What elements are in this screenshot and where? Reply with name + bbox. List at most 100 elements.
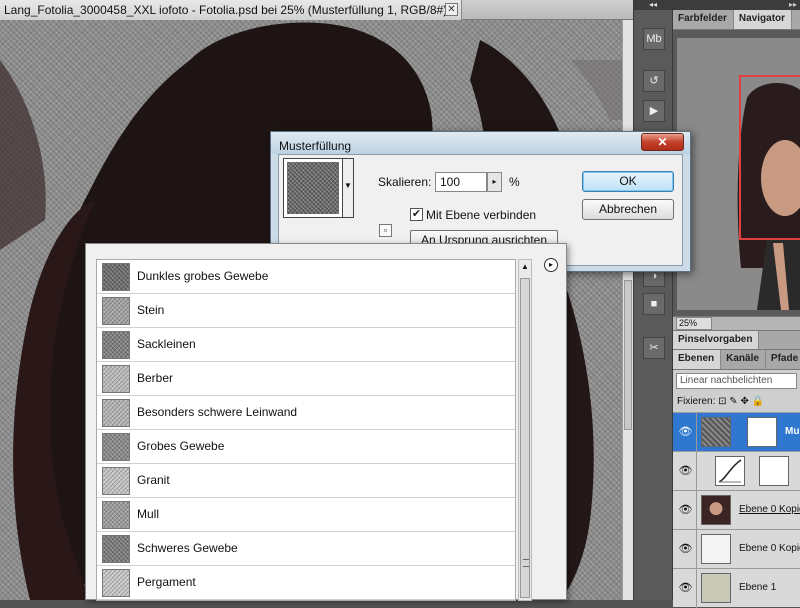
pattern-swatch: [102, 331, 130, 359]
layer-name[interactable]: Ebene 0 Kopie: [739, 543, 800, 554]
document-tab[interactable]: Lang_Fotolia_3000458_XXL iofoto - Fotoli…: [0, 0, 462, 20]
pattern-label: Grobes Gewebe: [137, 439, 225, 453]
layer-name[interactable]: Ebene 1: [739, 582, 776, 593]
collapsed-panel-strip: ◂◂ Mb ↺ ▶ ◐ ▦ ◒ ◑ ■ ✂: [633, 0, 673, 600]
masks-icon[interactable]: ■: [643, 293, 665, 315]
pattern-dropdown-icon[interactable]: ▼: [343, 158, 354, 218]
scrollbar-thumb[interactable]: [624, 280, 632, 430]
dialog-title: Musterfüllung: [279, 139, 352, 153]
document-title: Lang_Fotolia_3000458_XXL iofoto - Fotoli…: [4, 3, 456, 17]
pattern-label: Schweres Gewebe: [137, 541, 238, 555]
pattern-swatch: [102, 433, 130, 461]
ok-button[interactable]: OK: [582, 171, 674, 192]
collapse-strip-icon[interactable]: ◂◂: [634, 0, 672, 10]
eye-icon[interactable]: 👁: [675, 569, 697, 608]
pattern-label: Dunkles grobes Gewebe: [137, 269, 269, 283]
blend-mode-select[interactable]: Linear nachbelichten: [676, 373, 797, 389]
navigator-zoom-row: 25%: [673, 316, 800, 330]
tab-swatches[interactable]: Farbfelder: [673, 10, 734, 29]
scale-slider-icon[interactable]: ▸: [487, 172, 502, 192]
lock-row: Fixieren: ⊡ ✎ ✥ 🔒: [673, 392, 800, 412]
link-layer-label[interactable]: Mit Ebene verbinden: [426, 208, 536, 222]
navigator-tabs: Farbfelder Navigator: [673, 10, 800, 30]
scroll-up-icon[interactable]: ▲: [519, 260, 531, 274]
history-icon[interactable]: ↺: [643, 70, 665, 92]
layers-tabs: Ebenen Kanäle Pfade: [673, 350, 800, 370]
layer-thumbnail: [701, 495, 731, 525]
right-panel-dock: ▸▸ Farbfelder Navigator 25% Pinselvorgab…: [673, 0, 800, 608]
list-item[interactable]: Mull: [97, 498, 515, 532]
actions-icon[interactable]: ▶: [643, 100, 665, 122]
tab-channels[interactable]: Kanäle: [721, 350, 766, 369]
tab-brush-presets[interactable]: Pinselvorgaben: [673, 331, 760, 349]
pattern-label: Pergament: [137, 575, 196, 589]
curves-adjustment-icon: [715, 456, 745, 486]
layer-row[interactable]: 👁 Mu: [673, 412, 800, 452]
list-item[interactable]: Schweres Gewebe: [97, 532, 515, 566]
layer-row[interactable]: 👁 Ebene 0 Kopie: [673, 529, 800, 569]
layer-thumbnail: [701, 573, 731, 603]
tab-paths[interactable]: Pfade: [766, 350, 800, 369]
close-icon[interactable]: ✕: [641, 133, 684, 151]
pattern-label: Berber: [137, 371, 174, 385]
navigator-view-frame[interactable]: [739, 75, 800, 240]
picker-menu-icon[interactable]: ▸: [544, 258, 558, 272]
layer-mask-thumbnail: [759, 456, 789, 486]
pattern-picker-popup: ▸ Dunkles grobes Gewebe Stein Sackleinen…: [85, 243, 567, 601]
eye-icon[interactable]: 👁: [675, 452, 697, 491]
pattern-label: Besonders schwere Leinwand: [137, 405, 298, 419]
pattern-swatch: [102, 263, 130, 291]
canvas-vertical-scrollbar[interactable]: [622, 20, 633, 600]
pattern-swatch: [102, 467, 130, 495]
new-preset-icon[interactable]: ▫: [379, 224, 392, 237]
pattern-label: Granit: [137, 473, 170, 487]
tools-icon[interactable]: ✂: [643, 337, 665, 359]
pattern-preview[interactable]: [283, 158, 343, 218]
close-document-icon[interactable]: ✕: [445, 3, 458, 16]
layer-name[interactable]: Ebene 0 Kopie: [739, 504, 800, 515]
scale-input[interactable]: 100: [435, 172, 487, 192]
list-item[interactable]: Dunkles grobes Gewebe: [97, 260, 515, 294]
layer-row[interactable]: 👁: [673, 451, 800, 491]
scale-label: Skalieren:: [378, 175, 432, 189]
pattern-swatch: [102, 501, 130, 529]
pattern-swatch: [102, 535, 130, 563]
document-tab-bar: Lang_Fotolia_3000458_XXL iofoto - Fotoli…: [0, 0, 633, 20]
mini-bridge-icon[interactable]: Mb: [643, 28, 665, 50]
scrollbar-thumb[interactable]: [520, 278, 530, 598]
layer-name[interactable]: Mu: [785, 426, 799, 437]
list-item[interactable]: Besonders schwere Leinwand: [97, 396, 515, 430]
zoom-field[interactable]: 25%: [676, 317, 712, 330]
eye-icon[interactable]: 👁: [675, 413, 697, 452]
eye-icon[interactable]: 👁: [675, 530, 697, 569]
pattern-swatch: [102, 365, 130, 393]
layer-row[interactable]: 👁 Ebene 1: [673, 568, 800, 608]
list-item[interactable]: Grobes Gewebe: [97, 430, 515, 464]
pattern-swatch: [102, 399, 130, 427]
list-item[interactable]: Berber: [97, 362, 515, 396]
layer-mask-thumbnail: [747, 417, 777, 447]
pattern-swatch: [102, 297, 130, 325]
pattern-swatch: [102, 569, 130, 597]
navigator-preview[interactable]: [673, 30, 800, 316]
link-layer-checkbox[interactable]: ✔: [410, 208, 423, 221]
pattern-label: Mull: [137, 507, 160, 521]
lock-icons[interactable]: ⊡ ✎ ✥ 🔒: [718, 396, 764, 407]
tab-layers[interactable]: Ebenen: [673, 350, 722, 369]
tab-navigator[interactable]: Navigator: [733, 10, 793, 29]
pattern-list-scrollbar[interactable]: ▲: [518, 259, 532, 601]
list-item[interactable]: Granit: [97, 464, 515, 498]
layer-thumbnail: [701, 417, 731, 447]
list-item[interactable]: Stein: [97, 294, 515, 328]
expand-dock-icon[interactable]: ▸▸: [673, 0, 800, 10]
brush-presets-tabs: Pinselvorgaben: [673, 330, 800, 350]
layer-row[interactable]: 👁 Ebene 0 Kopie: [673, 490, 800, 530]
eye-icon[interactable]: 👁: [675, 491, 697, 530]
list-item[interactable]: Pergament: [97, 566, 515, 600]
list-item[interactable]: Sackleinen: [97, 328, 515, 362]
cancel-button[interactable]: Abbrechen: [582, 199, 674, 220]
lock-label: Fixieren:: [677, 396, 716, 407]
pattern-label: Stein: [137, 303, 165, 317]
pattern-label: Sackleinen: [137, 337, 196, 351]
pattern-list: Dunkles grobes Gewebe Stein Sackleinen B…: [96, 259, 516, 601]
